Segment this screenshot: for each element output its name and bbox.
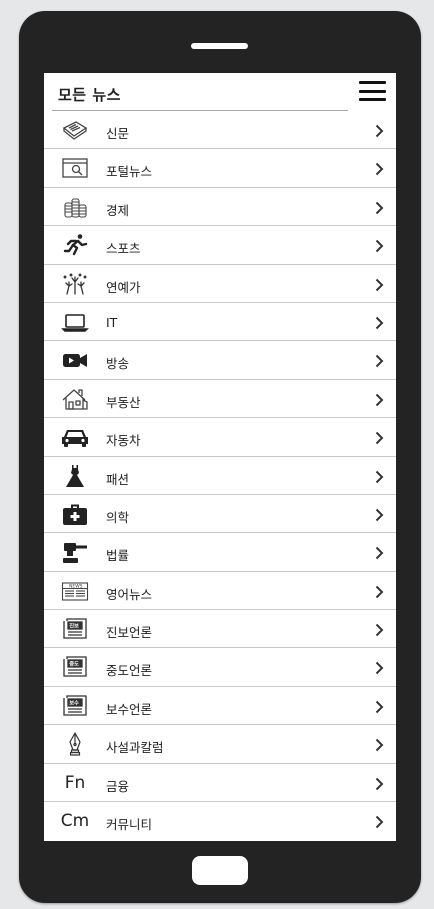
conservative-press-icon: 보수 [61,694,89,718]
hamburger-menu-icon[interactable] [359,81,386,101]
menu-item-label: 법률 [106,548,130,564]
menu-item-label: 금융 [106,778,130,794]
chevron-right-icon [375,699,384,714]
chevron-right-icon [375,622,384,637]
page-title: 모든 뉴스 [58,86,121,104]
chevron-right-icon [375,776,384,790]
coins-icon [61,195,89,219]
medical-kit-icon [61,502,89,526]
menu-item-finance[interactable]: Fn 금융 [44,764,396,803]
menu-item-label: 포털뉴스 [106,164,153,180]
menu-item-newspaper[interactable]: 신문 [44,111,396,150]
menu-item-label: 커뮤니티 [106,817,153,833]
svg-text:중도: 중도 [69,660,79,668]
chevron-right-icon [375,238,384,253]
chevron-right-icon [375,545,384,560]
community-icon: Cm [60,811,90,832]
menu-item-label: 부동산 [106,394,141,410]
chevron-right-icon [375,469,384,483]
menu-item-sports[interactable]: 스포츠 [44,226,396,265]
runner-icon [61,233,89,257]
menu-item-broadcast[interactable]: 방송 [44,341,396,380]
menu-item-editorials-columns[interactable]: 사설과칼럼 [44,725,396,764]
menu-item-label: 사설과칼럼 [106,740,164,756]
menu-item-entertainment[interactable]: 연예가 [44,265,396,303]
menu-item-label: 중도언론 [106,663,153,679]
chevron-right-icon [375,123,384,138]
video-camera-icon [61,348,89,372]
house-icon [61,387,89,411]
laptop-icon [61,310,89,334]
menu-item-label: 신문 [106,126,130,141]
chevron-right-icon [375,507,384,522]
header: 모든 뉴스 [44,73,396,111]
menu-item-label: 스포츠 [106,241,141,257]
menu-item-medicine[interactable]: 의학 [44,495,396,534]
browser-search-icon [61,156,89,180]
screen: 모든 뉴스 신문 포털뉴스 경제 스포츠 연예가 IT 방송 부동산 자동차 패… [44,73,396,841]
svg-text:NEWS: NEWS [69,583,83,589]
fountain-pen-icon [61,732,89,756]
menu-item-label: 방송 [106,356,130,372]
chevron-right-icon [375,353,384,368]
chevron-right-icon [375,814,384,829]
home-button[interactable] [192,856,248,885]
menu-item-it[interactable]: IT [44,303,396,342]
menu-item-economy[interactable]: 경제 [44,188,396,227]
chevron-right-icon [375,660,384,675]
menu-item-label: 패션 [106,471,130,487]
chevron-right-icon [375,200,384,214]
chevron-right-icon [375,161,384,176]
phone-frame: 모든 뉴스 신문 포털뉴스 경제 스포츠 연예가 IT 방송 부동산 자동차 패… [19,11,421,903]
menu-item-label: 영어뉴스 [106,586,153,602]
dress-icon [61,464,89,488]
menu-item-label: 연예가 [106,279,141,295]
menu-item-portal-news[interactable]: 포털뉴스 [44,149,396,188]
newspaper-icon [61,118,89,142]
menu-item-centrist-press[interactable]: 중도 중도언론 [44,648,396,687]
menu-item-label: 의학 [106,509,130,525]
menu-item-real-estate[interactable]: 부동산 [44,380,396,419]
menu-item-community[interactable]: Cm 커뮤니티 [44,802,396,840]
chevron-right-icon [375,430,384,445]
menu-item-label: 자동차 [106,433,141,449]
english-news-icon: NEWS [61,579,89,603]
menu-item-label: 진보언론 [106,625,153,641]
chevron-right-icon [375,277,384,291]
menu-item-automobile[interactable]: 자동차 [44,418,396,457]
menu-item-label: IT [106,314,118,330]
menu-item-law[interactable]: 법률 [44,533,396,572]
fireworks-icon [61,272,89,296]
phone-speaker [191,43,248,49]
chevron-right-icon [375,737,384,752]
chevron-right-icon [375,315,384,330]
car-icon [61,425,89,449]
svg-text:보수: 보수 [69,700,79,707]
menu-item-progressive-press[interactable]: 진보 진보언론 [44,610,396,649]
menu-item-label: 경제 [106,202,130,218]
chevron-right-icon [375,584,384,598]
menu-item-label: 보수언론 [106,701,153,717]
menu-item-conservative-press[interactable]: 보수 보수언론 [44,687,396,726]
centrist-press-icon: 중도 [61,655,89,679]
chevron-right-icon [375,392,384,406]
menu-item-fashion[interactable]: 패션 [44,457,396,495]
category-list: 신문 포털뉴스 경제 스포츠 연예가 IT 방송 부동산 자동차 패션 의학 법… [44,111,396,840]
svg-text:진보: 진보 [69,622,79,630]
menu-item-english-news[interactable]: NEWS 영어뉴스 [44,572,396,611]
gavel-icon [61,540,89,564]
progressive-press-icon: 진보 [61,617,89,641]
finance-icon: Fn [64,772,86,793]
